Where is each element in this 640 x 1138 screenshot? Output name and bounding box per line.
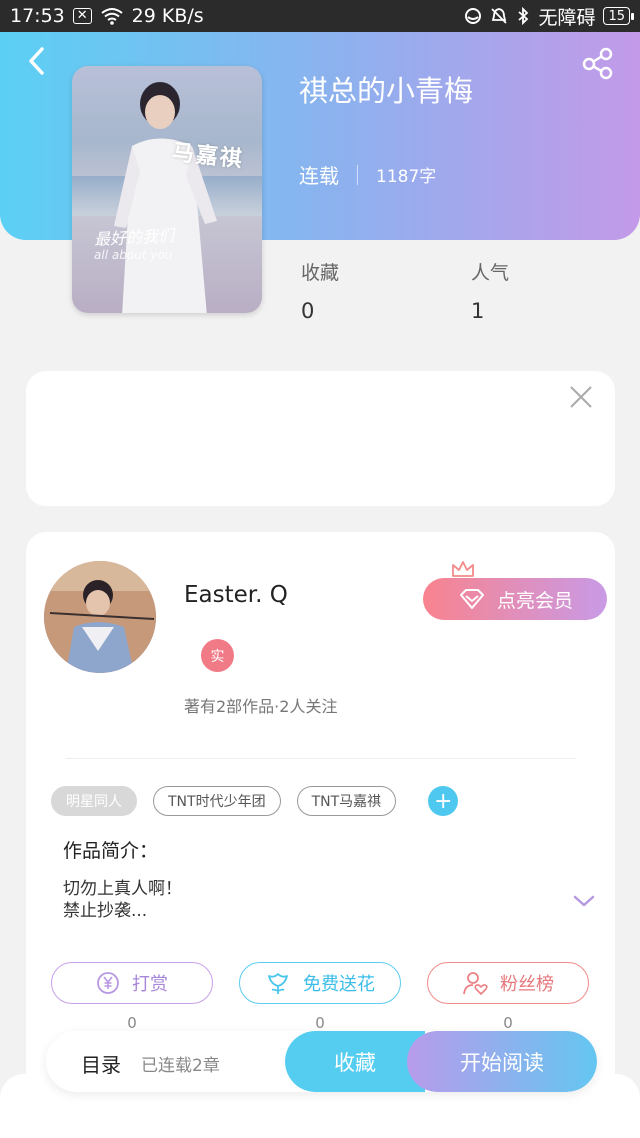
network-speed: 29 KB/s: [131, 5, 204, 27]
tag-item[interactable]: 明星同人: [51, 786, 137, 816]
book-cover[interactable]: 马嘉祺 最好的我们 all about you: [72, 66, 262, 313]
cover-script-text: all about you: [94, 248, 173, 262]
author-summary: 著有2部作品·2人关注: [184, 697, 338, 716]
flower-count: 0: [315, 1014, 325, 1032]
book-status: 连载: [299, 164, 339, 188]
membership-label: 点亮会员: [496, 589, 573, 612]
collect-button[interactable]: 收藏: [285, 1031, 425, 1092]
tag-item[interactable]: TNT马嘉祺: [296, 786, 397, 816]
intro-line: 禁止抄袭...: [63, 901, 148, 921]
start-reading-button[interactable]: 开始阅读: [407, 1031, 597, 1092]
user-heart-icon: [463, 972, 488, 995]
tip-label: 打赏: [132, 974, 168, 995]
verified-badge: 实: [201, 639, 234, 672]
chevron-down-icon[interactable]: [573, 894, 595, 908]
crown-icon: [452, 561, 474, 577]
ad-card: [26, 371, 615, 506]
accessibility-label: 无障碍: [538, 6, 596, 29]
author-avatar[interactable]: [44, 561, 156, 673]
intro-title: 作品简介：: [63, 840, 159, 862]
add-tag-icon[interactable]: +: [428, 786, 459, 816]
intro-line: 切勿上真人啊！: [63, 879, 182, 899]
status-bar: 17:53 ✕ 29 KB/s 无障碍 15: [0, 0, 640, 32]
battery-level: 15: [608, 8, 625, 24]
flower-icon: [268, 973, 288, 994]
fan-count: 0: [503, 1014, 513, 1032]
stat-label: 收藏: [301, 262, 340, 284]
fan-ranking-button[interactable]: 粉丝榜: [427, 962, 589, 1004]
diamond-icon: [459, 589, 484, 609]
close-icon[interactable]: [569, 385, 593, 409]
table-of-contents-button[interactable]: 目录: [81, 1049, 121, 1078]
stat-value: 1: [471, 299, 485, 323]
bluetooth-icon: [518, 7, 529, 25]
wifi-icon: [101, 8, 123, 25]
section-divider: [66, 758, 576, 759]
cover-person-image: [114, 82, 217, 313]
send-flower-label: 免费送花: [303, 974, 375, 995]
share-icon[interactable]: [580, 46, 616, 80]
sync-icon: [465, 8, 482, 24]
fan-ranking-label: 粉丝榜: [500, 974, 554, 995]
cover-subtitle-text: 最好的我们: [93, 225, 175, 250]
tip-count: 0: [127, 1014, 137, 1032]
book-title: 祺总的小青梅: [299, 74, 474, 108]
tag-item[interactable]: TNT时代少年团: [153, 786, 281, 816]
tag-list: 明星同人 TNT时代少年团 TNT马嘉祺 +: [51, 786, 459, 816]
stat-favorites: 收藏 0: [301, 258, 339, 323]
intro-text: 切勿上真人啊！ 禁止抄袭...: [63, 878, 182, 922]
author-name[interactable]: Easter. Q: [184, 582, 288, 608]
battery-icon: 15: [603, 7, 634, 25]
meta-divider: [357, 164, 358, 185]
status-time: 17:53: [10, 5, 65, 27]
stat-popularity: 人气 1: [471, 258, 509, 323]
yen-coin-icon: [97, 972, 119, 994]
back-arrow-icon[interactable]: [22, 44, 52, 78]
stat-label: 人气: [471, 262, 510, 284]
word-count: 1187字: [376, 167, 437, 187]
bottom-action-bar: 目录 已连载2章 收藏 开始阅读: [46, 1031, 597, 1092]
avatar-image: [44, 561, 156, 673]
author-card: Easter. Q 实 著有2部作品·2人关注 点亮会员 明星同人 TNT时代少…: [26, 532, 615, 1092]
notification-icon: ✕: [72, 8, 92, 24]
tip-button[interactable]: 打赏: [51, 962, 213, 1004]
mute-icon: [491, 8, 508, 24]
chapter-progress: 已连载2章: [141, 1056, 220, 1076]
send-flower-button[interactable]: 免费送花: [239, 962, 401, 1004]
activate-membership-button[interactable]: 点亮会员: [423, 578, 607, 620]
stat-value: 0: [301, 299, 315, 323]
book-meta: 连载 1187字: [299, 160, 436, 189]
